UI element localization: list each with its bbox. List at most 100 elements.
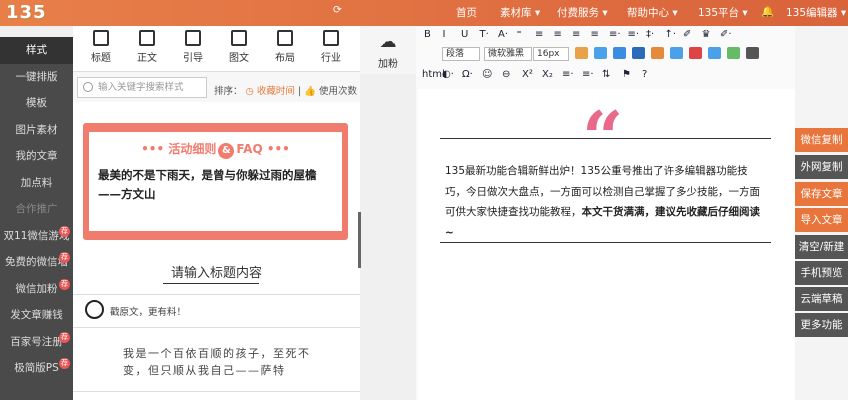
source-icon [85,300,104,319]
toolbar-button[interactable]: ≡· [609,29,621,40]
toolbar-icon[interactable] [575,47,588,59]
nav-materials[interactable]: 素材库 ▾ [500,5,540,20]
guide-icon [185,30,201,46]
toolbar-button[interactable]: ☺ [482,69,492,80]
sort-by-use[interactable]: | 👍 使用次数 [298,86,357,97]
toolbar-dropdown[interactable]: 微软雅黑 [484,47,532,61]
nav-paid-services[interactable]: 付费服务 ▾ [557,5,608,20]
category-guide[interactable]: 引导 [175,30,211,64]
sidebar-item[interactable]: 百家号注册荐 [0,329,73,356]
bell-icon[interactable]: 🔔 [761,5,774,18]
image-text-icon [231,30,247,46]
toolbar-button[interactable]: ‡· [646,29,654,40]
toolbar-button[interactable]: ≡· [562,69,574,80]
toolbar-button[interactable]: ✐· [720,29,732,40]
right-action-button[interactable]: 外网复制 [795,155,848,179]
sidebar-item[interactable]: 免费的微信墙荐 [0,249,73,276]
toolbar-button[interactable]: ≡· [628,29,640,40]
wechat-icon: ☁ [379,32,397,52]
add-fans-button[interactable]: ☁ 加粉 [360,26,416,74]
style-title-placeholder[interactable]: 请输入标题内容 [171,262,262,281]
toolbar-button[interactable]: ≡· [582,69,594,80]
style-poem[interactable]: 我是一个百依百顺的孩子，至死不变，但只顺从我自己——萨特 [123,345,313,379]
sidebar-item[interactable]: 发文章赚钱 [0,302,73,329]
toolbar-button[interactable]: A· [498,29,508,40]
sidebar-item[interactable]: 微信加粉荐 [0,276,73,303]
sort-by-time[interactable]: ◷ 收藏时间 [246,86,295,97]
toolbar-icon[interactable] [689,47,702,59]
toolbar-icon[interactable] [651,47,664,59]
user-menu[interactable]: 135编辑器 ▾ [786,5,846,20]
toolbar-button[interactable]: ◐· [442,69,454,80]
right-action-button[interactable]: 保存文章 [795,182,848,206]
toolbar-icon[interactable] [746,47,759,59]
toolbar-button[interactable]: ↑· [665,29,677,40]
sidebar-item[interactable]: 样式 [0,37,73,64]
toolbar-button[interactable]: ⚑ [622,69,631,80]
sidebar-item[interactable]: 模板 [0,90,73,117]
right-action-button[interactable]: 微信复制 [795,128,848,152]
category-layout[interactable]: 布局 [267,30,303,64]
toolbar-button[interactable]: B [424,29,431,40]
sidebar-item[interactable]: 双11微信游戏荐 [0,223,73,250]
sidebar-item[interactable]: 加点料 [0,170,73,197]
toolbar-button[interactable]: I [443,29,446,40]
card-title: ••• 活动细则 & FAQ ••• [89,140,342,159]
editor-canvas[interactable]: “ 135最新功能合辑新鲜出炉！135公重号推出了许多编辑器功能技巧，今日做次大… [418,89,795,400]
category-industry[interactable]: 行业 [313,30,349,64]
style-list-scrollbar[interactable] [358,212,361,268]
sidebar-item[interactable]: 极简版PS 荐 [0,355,73,382]
toolbar-button[interactable]: ≡ [591,29,599,40]
recommend-badge: 荐 [59,225,70,237]
toolbar-button[interactable]: ≡ [554,29,562,40]
toolbar-button[interactable]: ⁼ [517,29,522,40]
right-action-button[interactable]: 更多功能 [795,313,848,337]
toolbar-icon[interactable] [708,47,721,59]
sidebar-item[interactable]: 我的文章 [0,143,73,170]
title-icon [93,30,109,46]
toolbar-dropdown[interactable]: 段落 [442,47,480,61]
style-read-original[interactable]: 戳原文，更有料！ [110,304,186,318]
right-action-button[interactable]: 导入文章 [795,208,848,232]
category-image-text[interactable]: 图文 [221,30,257,64]
toolbar-icon[interactable] [613,47,626,59]
toolbar-icon[interactable] [670,47,683,59]
style-category-bar: 标题 正文 引导 图文 布局 行业 [73,26,360,72]
logo[interactable]: 135 [6,2,62,28]
nav-help[interactable]: 帮助中心 ▾ [627,5,678,20]
toolbar-button[interactable]: Ω· [462,69,473,80]
top-nav-bar: 135 ⟳ 首页 素材库 ▾ 付费服务 ▾ 帮助中心 ▾ 135平台 ▾ 🔔 1… [0,0,848,26]
search-input[interactable]: 输入关键字搜索样式 [77,77,207,98]
nav-home[interactable]: 首页 [456,5,477,20]
right-action-button[interactable]: 清空/新建 [795,235,848,259]
toolbar-button[interactable]: ✐ [683,29,691,40]
category-title[interactable]: 标题 [83,30,119,64]
toolbar-button[interactable]: ⇅ [602,69,610,80]
style-card-faq[interactable]: ••• 活动细则 & FAQ ••• 最美的不是下雨天，是曾与你躲过雨的屋檐 ——方… [83,123,348,240]
toolbar-icon[interactable] [594,47,607,59]
layout-icon [277,30,293,46]
recommend-badge: 荐 [59,358,70,369]
toolbar-button[interactable]: T· [480,29,489,40]
sidebar-item[interactable]: 图片素材 [0,117,73,144]
toolbar-icon[interactable] [727,47,740,59]
toolbar-button[interactable]: ⊖ [502,69,510,80]
right-action-button[interactable]: 手机预览 [795,261,848,285]
category-body[interactable]: 正文 [129,30,165,64]
sidebar-item[interactable]: 一键排版 [0,64,73,91]
refresh-icon[interactable]: ⟳ [333,4,342,16]
toolbar-icon[interactable] [632,47,645,59]
sidebar-item[interactable]: 合作推广 [0,196,73,223]
nav-platform[interactable]: 135平台 ▾ [698,5,748,20]
toolbar-button[interactable]: ≡ [535,29,543,40]
sort-options: 排序： ◷ 收藏时间 | 👍 使用次数 [214,86,357,97]
toolbar-button[interactable]: X₂ [542,69,553,80]
toolbar-dropdown[interactable]: 16px [533,47,569,61]
toolbar-button[interactable]: ? [642,69,647,80]
article-paragraph[interactable]: 135最新功能合辑新鲜出炉！135公重号推出了许多编辑器功能技巧，今日做次大盘点… [445,161,767,243]
toolbar-button[interactable]: X² [522,69,533,80]
toolbar-button[interactable]: ≡ [572,29,580,40]
toolbar-button[interactable]: ♛ [702,29,711,40]
toolbar-button[interactable]: U [461,29,468,40]
right-action-button[interactable]: 云端草稿 [795,287,848,311]
